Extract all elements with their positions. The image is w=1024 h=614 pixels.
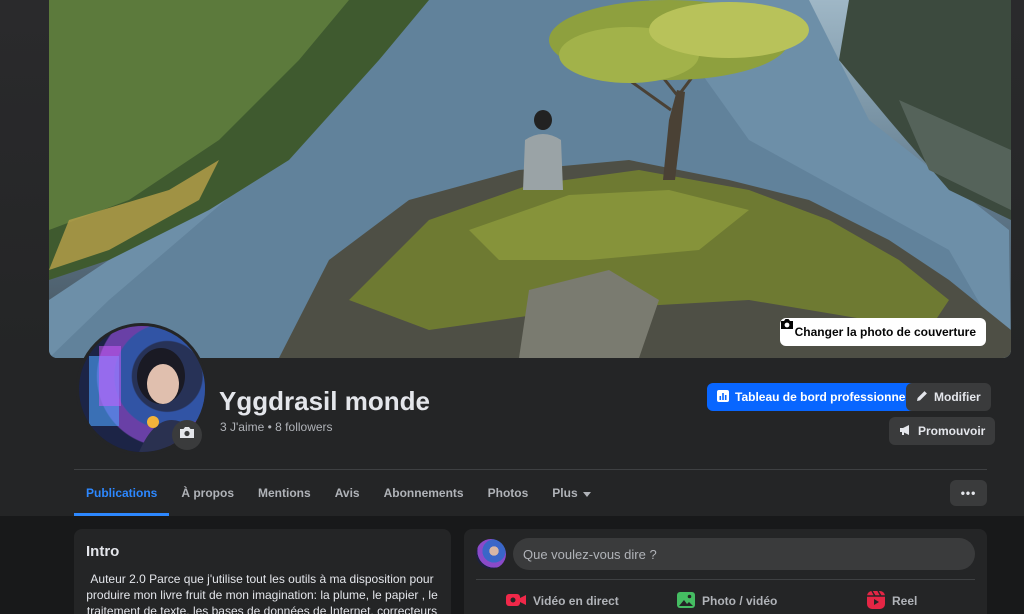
reel-icon: [867, 590, 885, 612]
photo-video-button[interactable]: Photo / vidéo: [677, 589, 777, 613]
intro-card: Intro Auteur 2.0 Parce que j'utilise tou…: [74, 529, 451, 614]
page-stats: 3 J'aime • 8 followers: [220, 420, 333, 434]
tab-more[interactable]: Plus: [540, 470, 602, 516]
professional-dashboard-button[interactable]: Tableau de bord professionnel: [707, 383, 919, 411]
update-avatar-button[interactable]: [172, 420, 202, 450]
live-video-button[interactable]: Vidéo en direct: [506, 589, 619, 613]
cover-photo[interactable]: Changer la photo de couverture: [49, 0, 1011, 358]
change-cover-label: Changer la photo de couverture: [794, 325, 976, 339]
promote-button[interactable]: Promouvoir: [889, 417, 996, 445]
tab-reviews[interactable]: Avis: [323, 470, 372, 516]
megaphone-icon: [899, 424, 912, 439]
dashboard-label: Tableau de bord professionnel: [735, 390, 909, 404]
post-composer-card: Que voulez-vous dire ? Vidéo en direct P…: [464, 529, 987, 614]
reel-label: Reel: [892, 594, 918, 608]
intro-text: Auteur 2.0 Parce que j'utilise tout les …: [86, 572, 438, 614]
reel-button[interactable]: Reel: [867, 589, 917, 613]
edit-label: Modifier: [934, 390, 981, 404]
tab-subscriptions[interactable]: Abonnements: [372, 470, 476, 516]
edit-button[interactable]: Modifier: [906, 383, 991, 411]
tab-more-label: Plus: [552, 486, 578, 500]
post-composer-input[interactable]: Que voulez-vous dire ?: [513, 538, 975, 570]
composer-divider: [476, 579, 975, 580]
more-options-button[interactable]: •••: [950, 480, 987, 506]
page-tabs: Publications À propos Mentions Avis Abon…: [74, 470, 603, 516]
live-video-icon: [506, 593, 526, 610]
caret-down-icon: [582, 486, 591, 500]
tab-about[interactable]: À propos: [169, 470, 246, 516]
tab-photos[interactable]: Photos: [476, 470, 541, 516]
tab-mentions[interactable]: Mentions: [246, 470, 323, 516]
avatar[interactable]: [476, 539, 506, 569]
pencil-icon: [916, 390, 928, 405]
photo-icon: [677, 591, 695, 611]
photo-video-label: Photo / vidéo: [702, 594, 778, 608]
change-cover-button[interactable]: Changer la photo de couverture: [779, 318, 986, 346]
dashboard-icon: [717, 389, 729, 405]
intro-title: Intro: [86, 543, 120, 560]
page-title: Yggdrasil monde: [219, 386, 430, 416]
camera-icon: [179, 426, 195, 444]
live-video-label: Vidéo en direct: [533, 594, 619, 608]
promote-label: Promouvoir: [918, 424, 986, 438]
cover-landscape-illustration: [49, 0, 1011, 358]
tab-publications[interactable]: Publications: [74, 470, 170, 516]
